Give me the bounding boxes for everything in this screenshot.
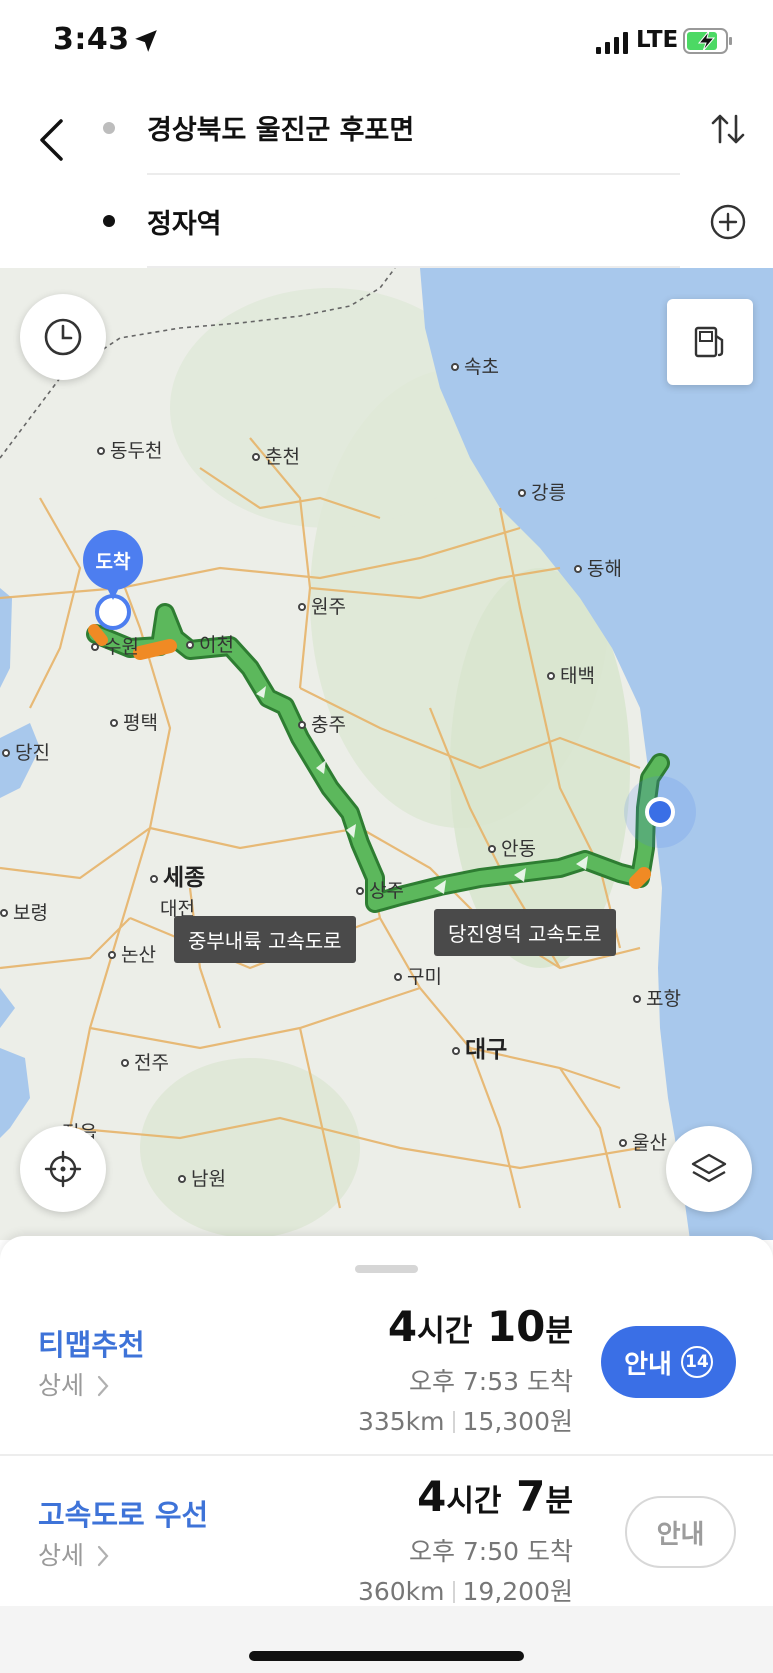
map-city-label: 세종 xyxy=(150,858,205,892)
map-city-label: 보령 xyxy=(0,898,48,925)
destination-field[interactable]: 정자역 xyxy=(147,202,222,241)
road-label-dangjin-yeongdeok: 당진영덕 고속도로 xyxy=(434,909,616,956)
map-layers-button[interactable] xyxy=(666,1126,752,1212)
toll-fee: 19,200원 xyxy=(462,1577,573,1606)
route-option-title: 티맵추천 xyxy=(38,1328,145,1362)
map-city-label: 구미 xyxy=(394,962,442,989)
divider xyxy=(147,173,680,175)
map-city-label: 수원 xyxy=(91,632,139,659)
route-header: 경상북도 울진군 후포면 정자역 xyxy=(0,86,773,268)
map-city-label: 상주 xyxy=(356,876,404,903)
route-option[interactable]: 티맵추천 상세 4시간 10분 오후 7:53 도착 335km 15,300원 … xyxy=(0,1286,773,1454)
map-city-label: 논산 xyxy=(108,940,156,967)
signal-icon xyxy=(596,32,628,54)
duration-minutes: 10 xyxy=(486,1302,546,1351)
duration-hours-unit: 시간 xyxy=(417,1314,473,1349)
guide-label: 안내 xyxy=(656,1519,705,1550)
route-duration: 4시간 10분 xyxy=(388,1302,573,1351)
guide-badge: 14 xyxy=(680,1346,713,1378)
map-city-label: 원주 xyxy=(298,592,346,619)
map-city-label: 속초 xyxy=(451,352,499,379)
recenter-button[interactable] xyxy=(20,1126,106,1212)
start-guide-button[interactable]: 안내 xyxy=(625,1496,736,1568)
duration-minutes: 7 xyxy=(516,1472,546,1521)
map-city-label: 전주 xyxy=(121,1048,169,1075)
duration-hours: 4 xyxy=(417,1472,447,1521)
status-bar: 3:43 LTE xyxy=(0,0,773,86)
origin-field[interactable]: 경상북도 울진군 후포면 xyxy=(147,108,414,147)
map-city-label: 춘천 xyxy=(252,442,300,469)
map-city-label: 태백 xyxy=(547,661,595,688)
route-option-title: 고속도로 우선 xyxy=(38,1498,209,1532)
map-city-label: 이천 xyxy=(186,630,234,657)
route-detail-link[interactable]: 상세 xyxy=(38,1366,110,1402)
map-city-label: 동두천 xyxy=(97,436,162,463)
map-city-label: 대구 xyxy=(452,1030,507,1064)
distance: 335km xyxy=(357,1407,445,1436)
layers-icon xyxy=(691,1153,727,1183)
sheet-footer xyxy=(0,1606,773,1673)
origin-dot xyxy=(103,122,115,134)
start-guide-button[interactable]: 안내 14 xyxy=(601,1326,736,1398)
guide-label: 안내 xyxy=(624,1349,672,1380)
route-detail-label: 상세 xyxy=(38,1371,85,1400)
distance-toll: 335km 15,300원 xyxy=(358,1402,573,1438)
distance: 360km xyxy=(357,1577,445,1606)
gas-station-button[interactable] xyxy=(667,299,753,385)
route-detail-link[interactable]: 상세 xyxy=(38,1536,110,1572)
arrival-pin[interactable]: 도착 xyxy=(83,530,143,618)
map-city-label: 울산 xyxy=(619,1128,667,1155)
duration-hours-unit: 시간 xyxy=(446,1484,502,1519)
chevron-left-icon xyxy=(40,119,63,161)
arrival-time: 오후 7:53 도착 xyxy=(408,1367,573,1396)
sheet-handle[interactable] xyxy=(355,1265,418,1273)
fuel-pump-icon xyxy=(694,326,724,358)
distance-toll: 360km 19,200원 xyxy=(358,1572,573,1608)
map-city-label: 충주 xyxy=(298,710,346,737)
back-button[interactable] xyxy=(28,110,74,170)
crosshair-icon xyxy=(44,1150,82,1188)
map-canvas xyxy=(0,268,773,1240)
history-button[interactable] xyxy=(20,294,106,380)
destination-dot xyxy=(103,215,115,227)
map-view[interactable]: 속초 동두천 춘천 강릉 동해 원주 수원 이천 태백 평택 충주 당진 안동 … xyxy=(0,268,773,1240)
map-city-label: 평택 xyxy=(110,708,158,735)
map-city-label: 강릉 xyxy=(518,478,566,505)
clock-icon xyxy=(44,318,82,356)
location-arrow-icon xyxy=(135,30,157,52)
map-city-label: 포항 xyxy=(633,984,681,1011)
route-detail-label: 상세 xyxy=(38,1541,85,1570)
chevron-right-icon xyxy=(97,1545,109,1567)
map-city-label: 동해 xyxy=(574,554,622,581)
add-waypoint-icon[interactable] xyxy=(709,203,747,241)
road-label-jungbu-naeryuk: 중부내륙 고속도로 xyxy=(174,916,356,963)
home-indicator[interactable] xyxy=(249,1651,524,1661)
battery-charging-icon xyxy=(683,28,732,54)
duration-minutes-unit: 분 xyxy=(545,1314,573,1349)
arrival-pin-tail xyxy=(100,574,126,600)
map-city-label: 안동 xyxy=(488,834,536,861)
map-city-label: 당진 xyxy=(2,738,50,765)
route-option[interactable]: 고속도로 우선 상세 4시간 7분 오후 7:50 도착 360km 19,200… xyxy=(0,1454,773,1622)
duration-hours: 4 xyxy=(387,1302,418,1351)
route-duration: 4시간 7분 xyxy=(417,1472,573,1521)
swap-route-icon[interactable] xyxy=(707,108,749,150)
arrival-time: 오후 7:50 도착 xyxy=(408,1537,573,1566)
chevron-right-icon xyxy=(97,1375,109,1397)
map-city-label: 남원 xyxy=(178,1164,226,1191)
duration-minutes-unit: 분 xyxy=(545,1484,573,1519)
network-type: LTE xyxy=(636,27,679,53)
status-time: 3:43 xyxy=(53,22,130,57)
toll-fee: 15,300원 xyxy=(462,1407,573,1436)
